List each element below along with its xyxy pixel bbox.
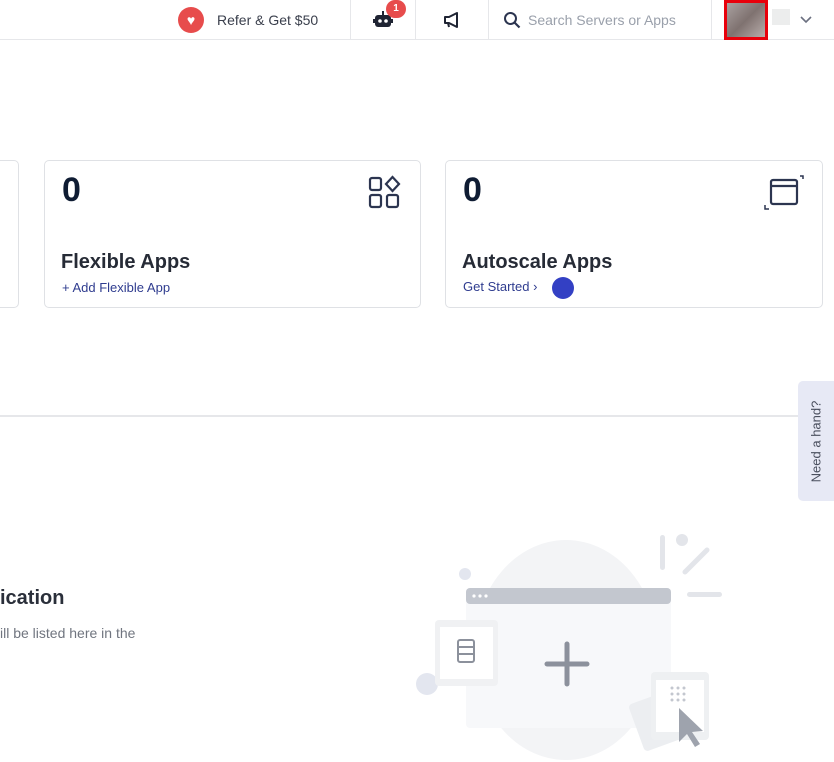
need-a-hand-button[interactable]: Need a hand? <box>798 381 834 501</box>
stat-card-partial <box>0 160 19 308</box>
heart-icon: ♥ <box>178 7 204 33</box>
autoscale-apps-count: 0 <box>463 171 482 209</box>
apps-grid-icon <box>368 175 401 209</box>
notification-badge: 1 <box>386 0 406 18</box>
flexible-apps-title: Flexible Apps <box>61 251 191 273</box>
divider <box>415 0 416 40</box>
divider <box>711 0 712 40</box>
empty-state-illustration <box>416 534 722 760</box>
divider <box>350 0 351 40</box>
autoscale-apps-title: Autoscale Apps <box>462 251 613 273</box>
search-icon <box>504 12 521 29</box>
need-a-hand-label: Need a hand? <box>808 400 824 482</box>
refer-button[interactable]: ♥ Refer & Get $50 <box>178 0 318 40</box>
top-bar: ♥ Refer & Get $50 1 Search Servers or Ap… <box>0 0 834 40</box>
empty-state-title: ication <box>0 587 65 609</box>
refer-label: Refer & Get $50 <box>217 12 319 28</box>
get-started-link[interactable]: Get Started › <box>463 279 537 294</box>
account-menu-chevron-down-icon[interactable] <box>800 0 812 40</box>
divider <box>488 0 489 40</box>
flexible-apps-count: 0 <box>62 171 81 209</box>
empty-state-description: ill be listed here in the <box>0 625 136 641</box>
window-expand-icon <box>764 175 804 210</box>
cursor-dot <box>552 277 574 299</box>
avatar[interactable] <box>724 0 768 40</box>
add-flexible-app-link[interactable]: + Add Flexible App <box>62 280 170 295</box>
megaphone-icon <box>444 12 458 28</box>
flexible-apps-card: 0 Flexible Apps + Add Flexible App <box>44 160 421 308</box>
autoscale-apps-card: 0 Autoscale Apps Get Started › <box>445 160 823 308</box>
username-blurred <box>772 9 790 25</box>
search-input[interactable]: Search Servers or Apps <box>503 0 676 40</box>
search-placeholder: Search Servers or Apps <box>528 12 676 28</box>
announcements-button[interactable] <box>442 0 462 40</box>
divider <box>0 415 834 417</box>
